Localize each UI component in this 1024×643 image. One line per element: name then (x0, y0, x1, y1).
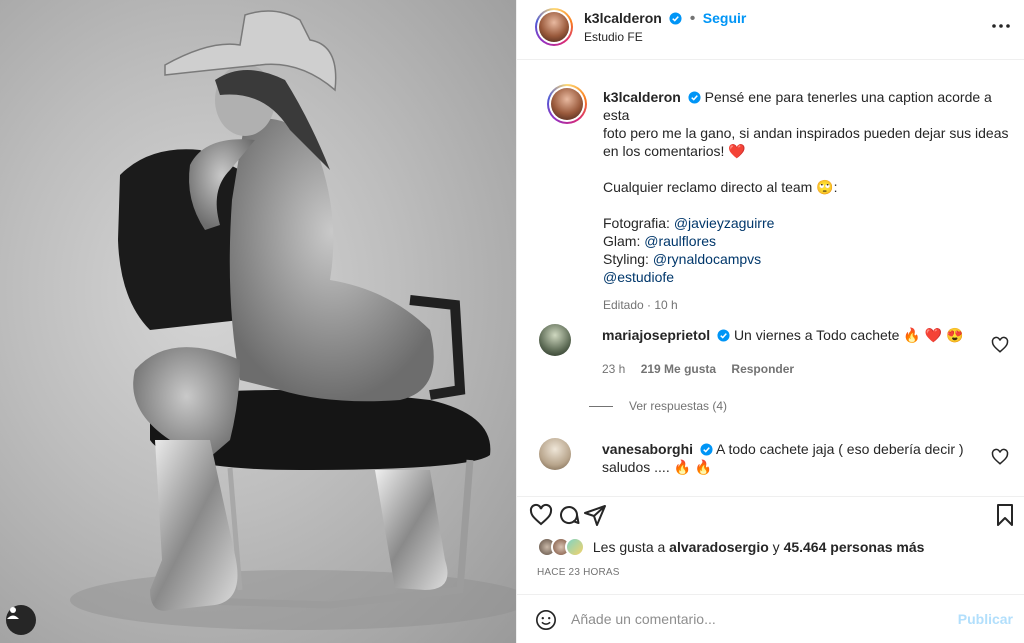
comment-time[interactable]: 23 h (602, 362, 625, 376)
comment-text-line-2: saludos .... 🔥 🔥 (602, 459, 713, 475)
post-location[interactable]: Estudio FE (584, 30, 643, 44)
verified-badge-icon (700, 443, 713, 456)
comment-input[interactable]: Añade un comentario... (571, 611, 716, 627)
credit-photo-link[interactable]: @javieyzaguirre (674, 215, 775, 231)
credit-glam-label: Glam: (603, 233, 645, 249)
caption-line-2: foto pero me la gano, si andan inspirado… (603, 125, 1009, 141)
more-horizontal-icon[interactable] (989, 14, 1013, 38)
caption-avatar[interactable] (547, 84, 587, 124)
comment-likes[interactable]: 219 Me gusta (641, 362, 716, 376)
credit-styling-label: Styling: (603, 251, 653, 267)
author-line: k3lcalderon • Seguir (584, 10, 747, 27)
user-tag-icon[interactable] (6, 605, 36, 635)
credit-studio-link[interactable]: @estudiofe (603, 269, 674, 285)
verified-badge-icon (717, 329, 730, 342)
verified-badge-icon (688, 91, 701, 104)
reply-button[interactable]: Responder (731, 362, 794, 376)
liker-avatars (537, 537, 589, 557)
view-replies-button[interactable]: Ver respuestas (4) (589, 399, 727, 413)
follow-button[interactable]: Seguir (703, 10, 747, 26)
credit-glam-link[interactable]: @raulflores (644, 233, 716, 249)
caption-edited-time: Editado · 10 h (603, 298, 678, 312)
comment-text: Un viernes a Todo cachete 🔥 ❤️ 😍 (733, 327, 964, 343)
comment-icon[interactable] (557, 503, 581, 527)
likes-count[interactable]: 45.464 personas más (784, 539, 925, 555)
heart-icon[interactable] (991, 448, 1009, 466)
commenter-username[interactable]: mariajoseprietol (602, 327, 710, 343)
post-comment-button[interactable]: Publicar (958, 611, 1013, 627)
likes-middle: y (768, 539, 784, 555)
post-timestamp[interactable]: Hace 23 horas (537, 567, 620, 578)
commenter-avatar[interactable] (539, 438, 571, 470)
likes-summary: Les gusta a alvaradosergio y 45.464 pers… (537, 537, 924, 557)
verified-badge-icon (669, 12, 682, 25)
commenter-username[interactable]: vanesaborghi (602, 441, 693, 457)
caption-username[interactable]: k3lcalderon (603, 89, 681, 105)
caption-line-4: Cualquier reclamo directo al team 🙄: (603, 179, 838, 195)
bookmark-icon[interactable] (993, 503, 1017, 527)
emoji-icon[interactable] (535, 609, 557, 631)
comment-composer: Añade un comentario... Publicar (517, 594, 1024, 643)
author-avatar[interactable] (535, 8, 573, 46)
likes-prefix: Les gusta a (592, 539, 670, 555)
post-panel: k3lcalderon • Seguir Estudio FE k3lcalde… (516, 0, 1024, 643)
comment-text: A todo cachete jaja ( eso debería decir … (716, 441, 964, 457)
post-header: k3lcalderon • Seguir Estudio FE (517, 0, 1024, 60)
credit-photo-label: Fotografia: (603, 215, 674, 231)
heart-icon[interactable] (991, 336, 1009, 354)
send-icon[interactable] (583, 503, 607, 527)
post-image[interactable] (0, 0, 516, 643)
commenter-avatar[interactable] (539, 324, 571, 356)
heart-icon[interactable] (529, 503, 553, 527)
likes-user[interactable]: alvaradosergio (669, 539, 769, 555)
photo-illustration (70, 10, 516, 630)
credit-styling-link[interactable]: @rynaldocampvs (653, 251, 761, 267)
author-username[interactable]: k3lcalderon (584, 10, 662, 26)
caption-line-3: en los comentarios! ❤️ (603, 143, 746, 159)
comment-meta: 23 h 219 Me gusta Responder (602, 362, 806, 376)
